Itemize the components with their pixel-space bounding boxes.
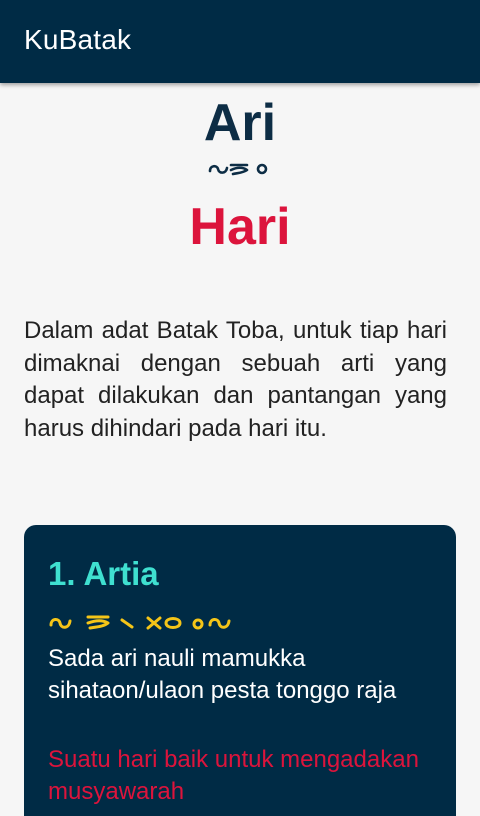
content-scroll-area[interactable]: Ari Hari Dalam adat Batak Toba, untuk ti…	[0, 83, 480, 816]
day-card-meaning: Sada ari nauli mamukka sihataon/ulaon pe…	[48, 645, 397, 704]
intro-paragraph: Dalam adat Batak Toba, untuk tiap hari d…	[24, 317, 447, 442]
word-title: Ari	[203, 94, 277, 152]
day-card-title: 1. Artia	[48, 555, 159, 592]
batak-script-artia-glyph	[49, 615, 231, 630]
batak-script-ari-glyph	[208, 163, 268, 176]
batak-script-icon	[48, 611, 238, 638]
word-translation: Hari	[189, 198, 291, 256]
day-card[interactable]: 1. Artia Sada ari nauli mamukka sihataon…	[24, 525, 456, 816]
app-bar: KuBatak	[0, 0, 480, 83]
batak-script-icon	[0, 159, 480, 182]
day-card-translation: Suatu hari baik untuk mengadakan musyawa…	[48, 746, 419, 805]
app-title: KuBatak	[24, 24, 132, 55]
